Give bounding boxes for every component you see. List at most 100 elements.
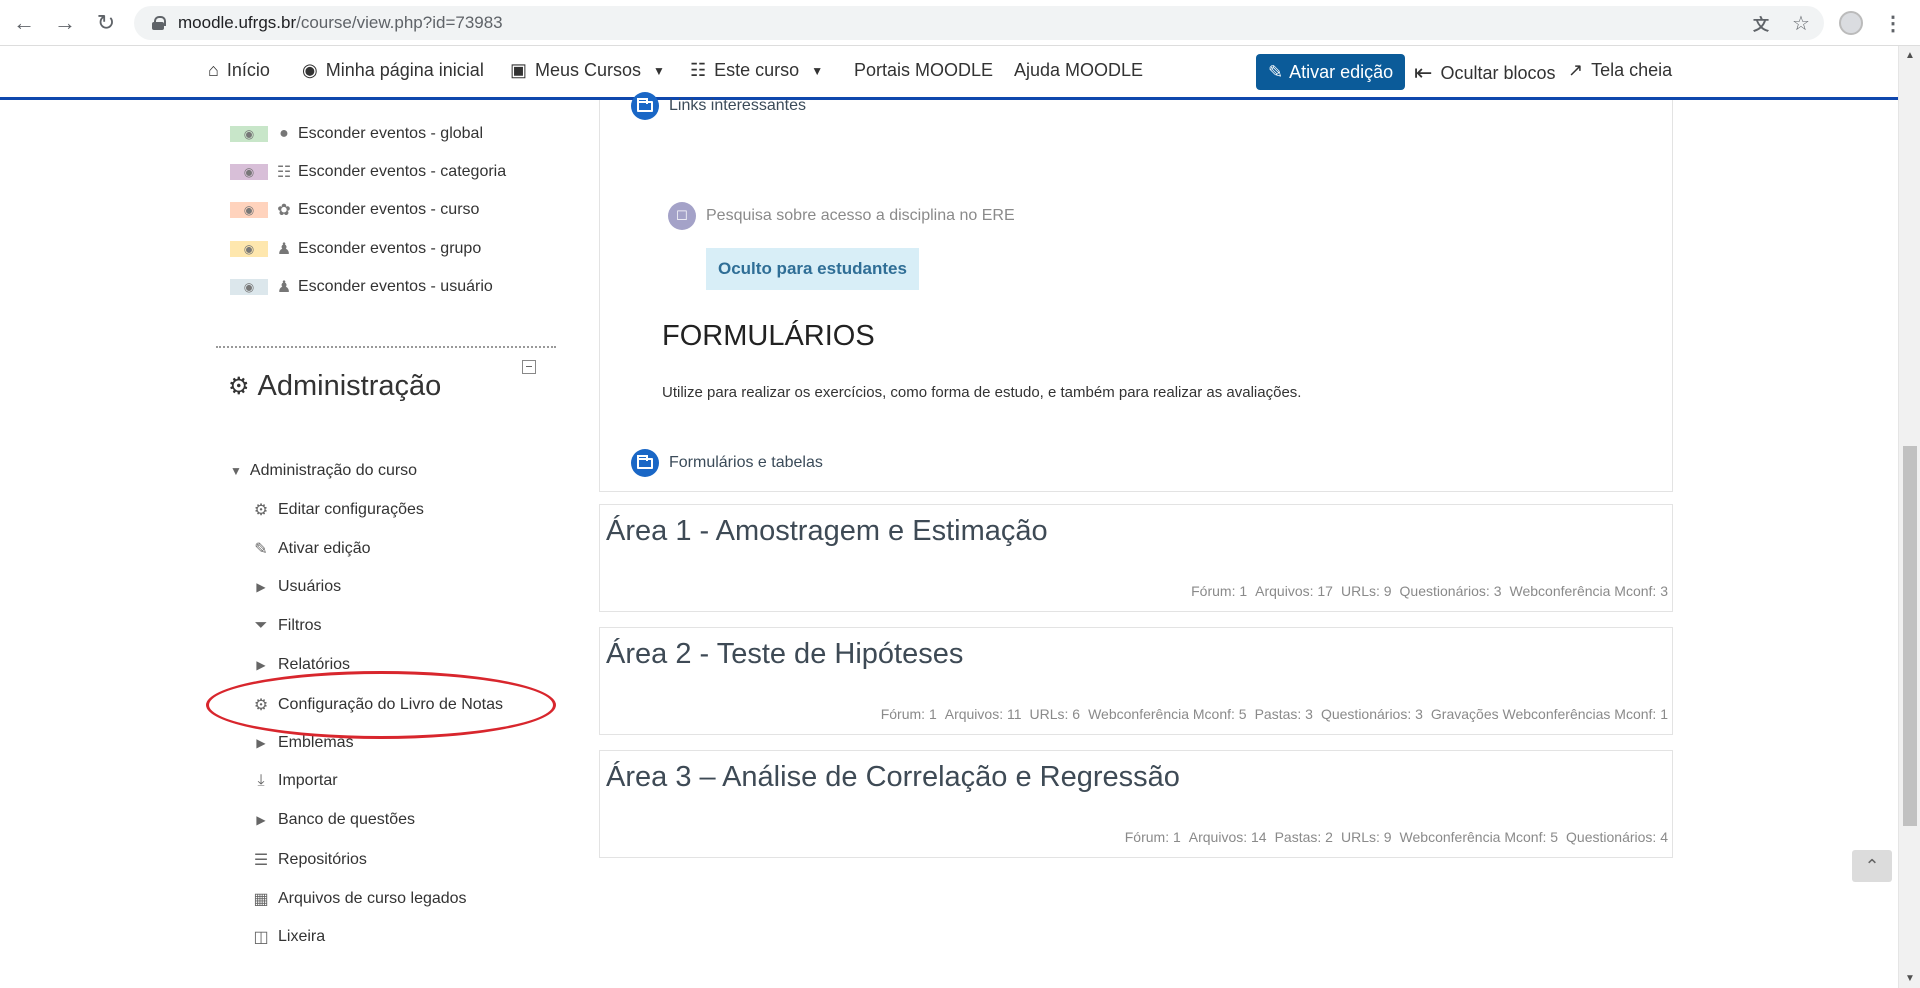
caret-down-icon: ▼ (811, 63, 824, 78)
cubes-icon: ✿ (277, 202, 291, 219)
section-area-1: Área 1 - Amostragem e Estimação Fórum: 1… (599, 504, 1673, 612)
nav-portais-moodle[interactable]: Portais MOODLE (854, 60, 993, 81)
summary-item[interactable]: Arquivos: 11 (945, 706, 1022, 722)
moodle-navbar: ⌂ Início ◉ Minha página inicial ▣ Meus C… (0, 46, 1898, 100)
dashboard-icon: ◉ (302, 60, 318, 80)
summary-item[interactable]: Pastas: 2 (1275, 829, 1333, 845)
hide-events-user[interactable]: ◉ ♟ Esconder eventos - usuário (230, 277, 493, 297)
hidden-from-students-badge: Oculto para estudantes (706, 248, 919, 290)
nav-meus-cursos[interactable]: ▣ Meus Cursos ▼ (510, 60, 665, 81)
summary-item[interactable]: Questionários: 3 (1321, 706, 1423, 722)
activity-links-interessantes[interactable]: Links interessantes (631, 92, 806, 120)
admin-item-ativar-edicao[interactable]: ✎ Ativar edição (252, 539, 371, 559)
forward-icon[interactable]: → (51, 9, 79, 37)
bookmark-star-icon[interactable]: ☆ (1786, 8, 1816, 38)
area-title[interactable]: Área 2 - Teste de Hipóteses (606, 638, 963, 671)
back-icon[interactable]: ← (10, 9, 38, 37)
admin-block-title: ⚙ Administração (228, 370, 441, 403)
scroll-down-icon[interactable]: ▼ (1905, 973, 1915, 984)
chevron-up-icon: ⌃ (1864, 855, 1880, 876)
reload-icon[interactable]: ↻ (92, 9, 120, 37)
sitemap-icon: ☷ (276, 164, 292, 181)
translate-icon[interactable]: 文 (1746, 8, 1776, 38)
collapse-block-icon[interactable] (522, 360, 536, 374)
summary-item[interactable]: Pastas: 3 (1255, 706, 1313, 722)
browser-toolbar: ← → ↻ moodle.ufrgs.br/course/view.php?id… (0, 0, 1920, 46)
hide-events-course[interactable]: ◉ ✿ Esconder eventos - curso (230, 200, 479, 220)
enable-edit-button[interactable]: ✎ Ativar edição (1256, 54, 1406, 90)
hide-blocks-button[interactable]: ⇤ Ocultar blocos (1414, 60, 1556, 86)
address-bar[interactable]: moodle.ufrgs.br/course/view.php?id=73983 (134, 6, 1824, 40)
admin-item-arquivos-legados[interactable]: ▦ Arquivos de curso legados (252, 889, 467, 909)
expand-icon: ↗ (1568, 60, 1584, 80)
summary-item[interactable]: Gravações Webconferências Mconf: 1 (1431, 706, 1668, 722)
filter-icon: ⏷ (254, 617, 268, 634)
area-title[interactable]: Área 1 - Amostragem e Estimação (606, 515, 1048, 548)
briefcase-icon: ▣ (510, 60, 528, 80)
url-path: /course/view.php?id=73983 (296, 13, 503, 32)
summary-item[interactable]: URLs: 6 (1030, 706, 1081, 722)
edit-icon: ✎ (1268, 61, 1284, 82)
area-title[interactable]: Área 3 – Análise de Correlação e Regress… (606, 761, 1180, 794)
eye-icon: ◉ (230, 164, 268, 180)
activity-formularios-tabelas[interactable]: Formulários e tabelas (631, 449, 823, 477)
admin-item-lixeira[interactable]: ◫ Lixeira (252, 927, 325, 947)
admin-item-label: Importar (278, 772, 338, 789)
admin-item-label: Repositórios (278, 851, 367, 868)
summary-item[interactable]: Webconferência Mconf: 5 (1088, 706, 1247, 722)
admin-item-editar-configuracoes[interactable]: ⚙ Editar configurações (252, 500, 424, 520)
nav-este-curso[interactable]: ☷ Este curso ▼ (690, 60, 823, 81)
nav-minha-pagina[interactable]: ◉ Minha página inicial (302, 60, 484, 81)
url-host: moodle.ufrgs.br (178, 13, 297, 32)
hide-events-group[interactable]: ◉ ♟ Esconder eventos - grupo (230, 239, 481, 259)
scroll-up-icon[interactable]: ▲ (1905, 50, 1915, 61)
survey-icon: ☐ (668, 202, 696, 230)
block-separator (216, 346, 556, 348)
summary-item[interactable]: Fórum: 1 (881, 706, 937, 722)
activity-survey[interactable]: ☐ Pesquisa sobre acesso a disciplina no … (668, 202, 1015, 230)
scrollbar-thumb[interactable] (1903, 446, 1917, 826)
admin-item-repositorios[interactable]: ☰ Repositórios (252, 850, 367, 870)
admin-item-filtros[interactable]: ⏷ Filtros (252, 617, 322, 635)
activity-formularios-label: Formulários e tabelas (669, 454, 823, 471)
admin-item-label: Editar configurações (278, 501, 424, 518)
admin-item-usuarios[interactable]: ▶ Usuários (252, 578, 341, 596)
admin-item-label: Arquivos de curso legados (278, 890, 467, 907)
nav-meus-cursos-label: Meus Cursos (535, 60, 642, 80)
admin-tree-root[interactable]: ▼ Administração do curso (230, 462, 417, 480)
summary-item[interactable]: URLs: 9 (1341, 829, 1392, 845)
admin-item-label: Ativar edição (278, 540, 371, 557)
hide-events-global[interactable]: ◉ ● Esconder eventos - global (230, 124, 483, 144)
hide-events-user-label: Esconder eventos - usuário (298, 278, 493, 295)
summary-item[interactable]: Webconferência Mconf: 5 (1400, 829, 1559, 845)
nav-inicio[interactable]: ⌂ Início (208, 60, 270, 81)
summary-item[interactable]: Arquivos: 17 (1255, 583, 1333, 599)
folder-icon (631, 449, 659, 477)
summary-item[interactable]: Questionários: 4 (1566, 829, 1668, 845)
summary-item[interactable]: Webconferência Mconf: 3 (1510, 583, 1669, 599)
nav-ajuda-moodle[interactable]: Ajuda MOODLE (1014, 60, 1143, 81)
summary-item[interactable]: Fórum: 1 (1191, 583, 1247, 599)
trash-icon: ◫ (253, 929, 269, 946)
enable-edit-label: Ativar edição (1289, 61, 1394, 82)
admin-tree-root-label: Administração do curso (249, 462, 418, 479)
summary-item[interactable]: Fórum: 1 (1125, 829, 1181, 845)
import-icon: ⤓ (257, 772, 265, 789)
summary-item[interactable]: Questionários: 3 (1400, 583, 1502, 599)
users-icon: ♟ (276, 241, 292, 258)
area-activity-summary: Fórum: 1 Arquivos: 11 URLs: 6 Webconferê… (881, 706, 1668, 722)
nav-este-curso-label: Este curso (714, 60, 800, 80)
fullscreen-button[interactable]: ↗ Tela cheia (1568, 60, 1672, 81)
globe-icon: ● (279, 125, 289, 142)
back-to-top-button[interactable]: ⌃ (1852, 850, 1892, 882)
hide-events-category[interactable]: ◉ ☷ Esconder eventos - categoria (230, 162, 506, 182)
browser-menu-icon[interactable]: ⋮ (1878, 8, 1908, 38)
admin-item-importar[interactable]: ⤓ Importar (252, 772, 338, 790)
outdent-icon: ⇤ (1414, 60, 1433, 85)
summary-item[interactable]: Arquivos: 14 (1189, 829, 1267, 845)
summary-item[interactable]: URLs: 9 (1341, 583, 1392, 599)
admin-item-banco-questoes[interactable]: ▶ Banco de questões (252, 811, 415, 829)
page-scrollbar[interactable]: ▲ ▼ (1898, 46, 1920, 988)
hide-events-course-label: Esconder eventos - curso (298, 201, 480, 218)
profile-avatar-icon[interactable] (1836, 8, 1866, 38)
